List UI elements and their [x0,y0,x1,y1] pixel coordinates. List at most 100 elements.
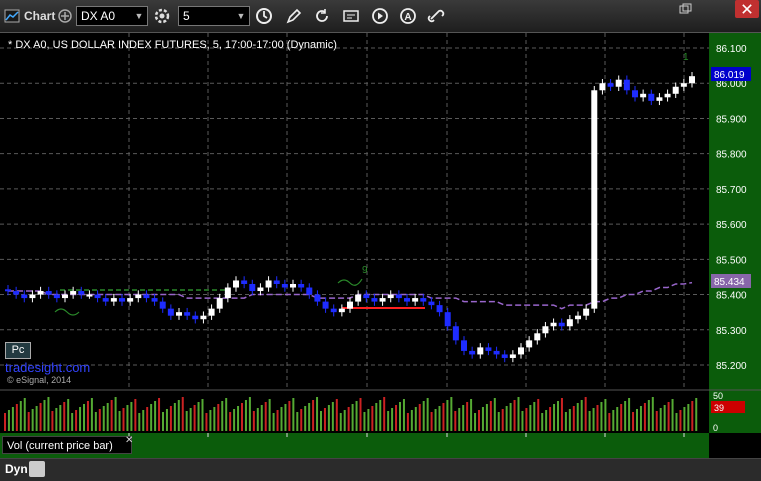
draw-button[interactable] [283,5,305,27]
price-tick-label: 85.600 [716,220,747,231]
volume-bar [276,410,279,431]
interval-dropdown-icon[interactable]: ▼ [235,7,247,25]
price-tick-label: 86.100 [716,44,747,55]
volume-bar [248,397,251,431]
volume-bar [233,409,236,431]
volume-bar [47,397,50,431]
volume-bar [79,407,82,431]
add-symbol-icon[interactable] [58,9,72,23]
price-tick-label: 85.400 [716,291,747,302]
dynamic-mode-label[interactable]: Dyn [5,462,28,476]
volume-bar [229,412,232,431]
volume-bar [402,399,405,431]
volume-bar [478,410,480,431]
volume-bar [177,400,180,431]
volume-study-label[interactable]: Vol (current price bar) [2,436,132,454]
ma-price-value: 85.434 [714,277,745,288]
candle-body [485,347,492,351]
volume-bar [628,398,631,431]
lock-icon[interactable] [29,461,45,477]
candle-body [265,280,272,288]
candle-body [143,294,150,299]
price-tick-label: 85.900 [716,114,747,125]
chart-area[interactable]: 86.100 86.000 85.900 85.800 85.700 85.600 85.5… [0,33,761,481]
volume-bar [252,411,255,431]
candle-body [273,280,280,284]
candle-body [477,347,484,355]
volume-bar [363,412,366,431]
symbol-input[interactable]: DX A0 ▼ [76,6,148,26]
play-button[interactable] [369,5,391,27]
time-button[interactable] [253,5,275,27]
candle-body [233,280,239,288]
candle-body [534,333,541,341]
candle-body [322,301,329,309]
volume-bar [335,399,338,431]
volume-bar [71,413,74,431]
candle-body [607,83,614,87]
interval-value: 5 [183,9,190,23]
candle-body [70,291,77,295]
volume-bar [636,409,638,431]
candle-body [176,312,182,316]
candle-body [306,287,313,295]
volume-bar [375,403,378,431]
volume-bar [442,403,445,431]
quote-button[interactable] [340,5,362,27]
volume-bar [284,404,287,431]
volume-bar [639,406,642,431]
candle-body [127,298,134,302]
volume-bar [529,405,532,431]
volume-bar [414,407,417,431]
pc-badge[interactable]: Pc [5,342,31,359]
volume-bar [59,405,62,431]
refresh-button[interactable] [311,5,333,27]
candle-body [86,294,93,297]
volume-bar [493,398,496,431]
last-price-value: 86.019 [714,70,745,81]
settings-button[interactable] [151,5,173,27]
volume-bar [158,398,161,431]
volume-bar [122,408,125,431]
volume-bar [596,405,599,431]
volume-bar [4,413,6,431]
volume-bar [189,408,192,431]
volume-bar [86,401,89,431]
restore-window-button[interactable] [675,0,697,18]
volume-bar [695,398,698,431]
copyright-text: © eSignal, 2014 [7,375,72,385]
volume-bar [185,411,188,431]
clock-icon [256,8,272,24]
volume-bar [75,410,78,431]
candle-body [330,308,337,313]
candle-body [542,326,549,334]
volume-bar [553,404,556,431]
volume-bar [304,406,307,431]
volume-bar [391,408,394,431]
candle-body [192,315,199,320]
interval-input[interactable]: 5 ▼ [178,6,250,26]
volume-bar [560,398,563,431]
candle-body [45,291,52,295]
volume-bar [300,409,303,431]
settings-gear-icon [154,8,170,24]
vol-value: 39 [714,403,724,413]
close-study-icon[interactable]: ✕ [125,435,133,446]
volume-bar [588,411,591,431]
volume-bar [197,402,200,431]
volume-bar [616,407,619,431]
close-window-button[interactable] [735,0,759,18]
link-button[interactable] [425,5,447,27]
pencil-icon [286,8,302,24]
symbol-dropdown-icon[interactable]: ▼ [133,7,145,25]
volume-bar [213,407,216,431]
candle-body [249,283,256,292]
volume-bar [580,400,583,431]
candle-body [575,315,581,320]
volume-bar [545,410,548,431]
volume-bar [474,413,477,431]
price-chart[interactable]: 86.10086.00085.90085.80085.70085.60085.5… [0,33,761,481]
candle-body [428,301,435,306]
alert-button[interactable]: A [397,5,419,27]
volume-bar [154,401,157,431]
